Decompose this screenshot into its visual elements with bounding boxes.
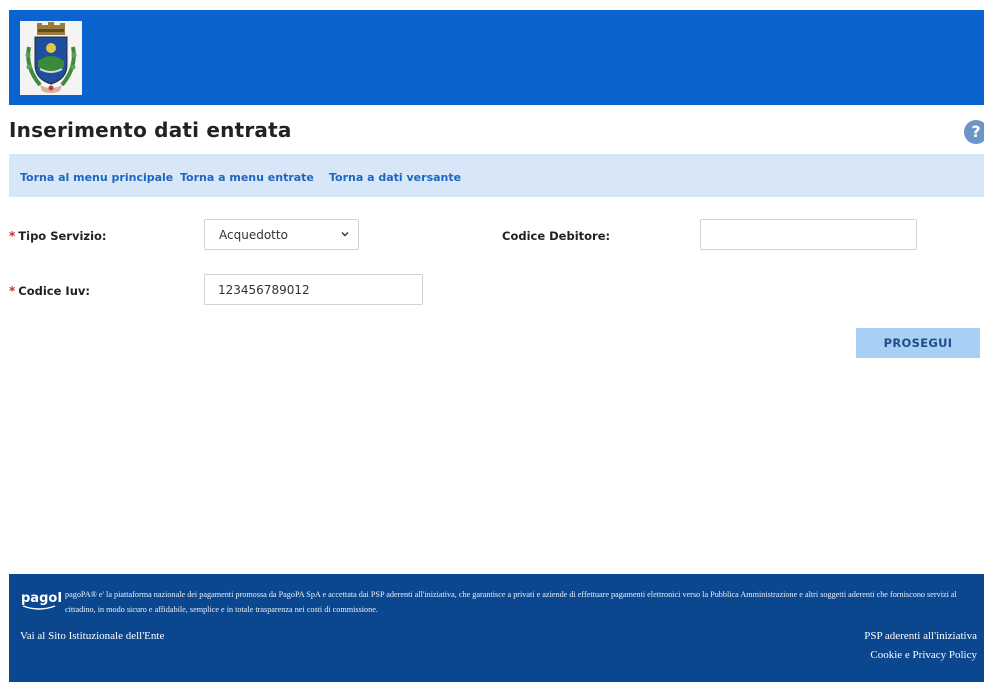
codice-debitore-input[interactable] <box>700 219 917 250</box>
header-bar <box>9 10 984 105</box>
chevron-down-icon <box>341 232 349 237</box>
municipal-crest-icon[interactable] <box>20 21 82 95</box>
required-star-icon: * <box>9 229 16 243</box>
footer-link-psp[interactable]: PSP aderenti all'iniziativa <box>864 630 977 642</box>
required-star-icon: * <box>9 284 16 298</box>
page-title: Inserimento dati entrata <box>9 118 292 142</box>
tipo-servizio-label-text: Tipo Servizio: <box>18 229 107 243</box>
footer-description: pagoPA® e' la piattaforma nazionale dei … <box>65 590 957 614</box>
codice-debitore-label: Codice Debitore: <box>502 229 611 243</box>
tipo-servizio-label: * Tipo Servizio: <box>9 229 107 243</box>
nav-link-main-menu[interactable]: Torna al menu principale <box>20 171 173 184</box>
footer-link-privacy[interactable]: Cookie e Privacy Policy <box>870 649 977 661</box>
nav-link-dati-versante[interactable]: Torna a dati versante <box>329 171 461 184</box>
tipo-servizio-select[interactable]: Acquedotto <box>204 219 359 250</box>
proceed-button[interactable]: PROSEGUI <box>856 328 980 358</box>
help-icon[interactable]: ? <box>964 120 984 144</box>
svg-text:pagoPA: pagoPA <box>21 591 61 606</box>
nav-link-entrate-menu[interactable]: Torna a menu entrate <box>180 171 314 184</box>
codice-iuv-input[interactable] <box>204 274 423 305</box>
tipo-servizio-selected-value: Acquedotto <box>219 228 288 242</box>
codice-iuv-label: * Codice Iuv: <box>9 284 90 298</box>
pagopa-logo[interactable]: pagoPA <box>21 588 76 617</box>
breadcrumb-nav: Torna al menu principale Torna a menu en… <box>9 154 984 197</box>
footer-link-site[interactable]: Vai al Sito Istituzionale dell'Ente <box>20 630 164 642</box>
footer: pagoPA pagoPA® e' la piattaforma naziona… <box>9 574 984 682</box>
codice-iuv-label-text: Codice Iuv: <box>18 284 90 298</box>
